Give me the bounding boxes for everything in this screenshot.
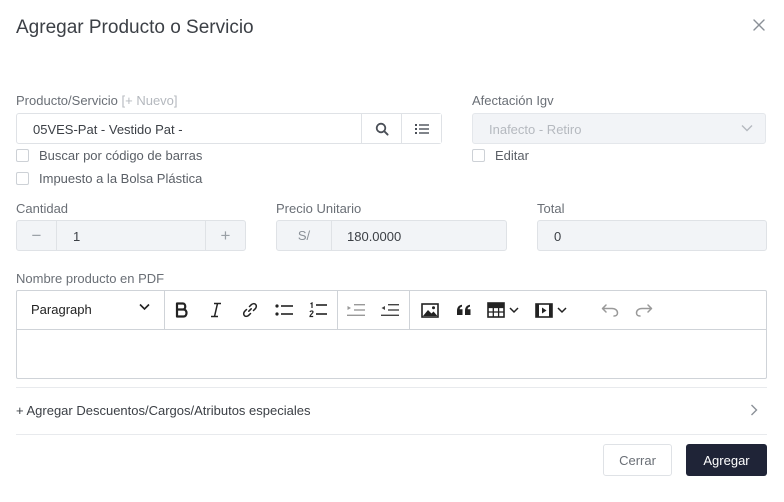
editar-checkbox-label: Editar bbox=[495, 148, 529, 163]
bullet-list-icon bbox=[275, 304, 293, 316]
checkbox-box[interactable] bbox=[472, 149, 485, 162]
outdent-button[interactable] bbox=[379, 300, 401, 320]
quantity-stepper[interactable]: − 1 + bbox=[16, 220, 246, 251]
afectacion-label: Afectación Igv bbox=[472, 93, 554, 108]
outdent-icon bbox=[381, 304, 399, 316]
bolsa-checkbox[interactable]: Impuesto a la Bolsa Plástica bbox=[16, 171, 202, 186]
modal-title: Agregar Producto o Servicio bbox=[16, 17, 254, 38]
product-value[interactable]: 05VES-Pat - Vestido Pat - bbox=[33, 122, 183, 137]
decrement-button[interactable]: − bbox=[17, 221, 57, 250]
total-value[interactable]: 0 bbox=[554, 229, 561, 244]
price-field[interactable]: S/ 180.0000 bbox=[276, 220, 507, 251]
extra-charges-accordion[interactable]: + Agregar Descuentos/Cargos/Atributos es… bbox=[16, 403, 310, 418]
close-icon[interactable] bbox=[752, 18, 766, 32]
table-button[interactable] bbox=[487, 300, 523, 320]
block-format-value: Paragraph bbox=[31, 302, 92, 317]
currency-addon: S/ bbox=[277, 221, 332, 250]
link-icon bbox=[242, 302, 258, 318]
bolsa-checkbox-label: Impuesto a la Bolsa Plástica bbox=[39, 171, 203, 186]
chevron-down-icon bbox=[557, 306, 567, 313]
divider bbox=[16, 387, 767, 388]
editar-checkbox[interactable]: Editar bbox=[472, 148, 529, 163]
search-icon bbox=[375, 122, 389, 136]
price-value[interactable]: 180.0000 bbox=[347, 229, 401, 244]
numbered-list-icon bbox=[309, 302, 327, 318]
quote-icon bbox=[457, 304, 471, 315]
precio-label: Precio Unitario bbox=[276, 201, 362, 216]
image-icon bbox=[421, 302, 439, 318]
italic-icon bbox=[211, 302, 221, 318]
italic-button[interactable] bbox=[205, 300, 227, 320]
quote-button[interactable] bbox=[453, 300, 475, 320]
product-field[interactable]: 05VES-Pat - Vestido Pat - bbox=[16, 113, 442, 144]
search-button[interactable] bbox=[361, 114, 401, 143]
chevron-down-icon bbox=[509, 306, 519, 313]
indent-group bbox=[338, 291, 410, 329]
indent-icon bbox=[347, 304, 365, 316]
block-format-select[interactable]: Paragraph bbox=[17, 291, 165, 329]
chevron-down-icon bbox=[139, 303, 150, 311]
list-button[interactable] bbox=[401, 114, 441, 143]
checkbox-box[interactable] bbox=[16, 172, 29, 185]
barcode-checkbox[interactable]: Buscar por código de barras bbox=[16, 148, 202, 163]
undo-icon bbox=[601, 304, 619, 317]
afectacion-value: Inafecto - Retiro bbox=[489, 122, 582, 137]
media-button[interactable] bbox=[535, 300, 571, 320]
list-icon bbox=[414, 123, 429, 134]
redo-icon bbox=[635, 304, 653, 317]
chevron-right-icon[interactable] bbox=[750, 404, 758, 416]
editor-toolbar: Paragraph bbox=[17, 291, 766, 330]
bold-button[interactable] bbox=[171, 300, 193, 320]
divider bbox=[16, 434, 767, 435]
product-label: Producto/Servicio [+ Nuevo] bbox=[16, 93, 178, 108]
cantidad-label: Cantidad bbox=[16, 201, 69, 216]
table-icon bbox=[487, 302, 505, 318]
rich-text-editor[interactable]: Paragraph bbox=[16, 290, 767, 379]
new-product-link[interactable]: [+ Nuevo] bbox=[122, 93, 178, 108]
total-label: Total bbox=[537, 201, 565, 216]
format-group bbox=[165, 291, 338, 329]
increment-button[interactable]: + bbox=[205, 221, 245, 250]
undo-button[interactable] bbox=[599, 300, 621, 320]
image-button[interactable] bbox=[419, 300, 441, 320]
redo-button[interactable] bbox=[633, 300, 655, 320]
barcode-checkbox-label: Buscar por código de barras bbox=[39, 148, 203, 163]
pdf-name-label: Nombre producto en PDF bbox=[16, 271, 165, 286]
bullet-list-button[interactable] bbox=[273, 300, 295, 320]
insert-group bbox=[410, 291, 766, 329]
bold-icon bbox=[175, 302, 188, 318]
checkbox-box[interactable] bbox=[16, 149, 29, 162]
media-icon bbox=[535, 302, 553, 318]
indent-button[interactable] bbox=[345, 300, 367, 320]
close-button[interactable]: Cerrar bbox=[603, 444, 672, 476]
add-button[interactable]: Agregar bbox=[686, 444, 767, 476]
total-field[interactable]: 0 bbox=[537, 220, 767, 251]
numbered-list-button[interactable] bbox=[307, 300, 329, 320]
quantity-value[interactable]: 1 bbox=[73, 229, 80, 244]
link-button[interactable] bbox=[239, 300, 261, 320]
afectacion-select[interactable]: Inafecto - Retiro bbox=[472, 113, 766, 144]
chevron-down-icon bbox=[741, 125, 753, 132]
